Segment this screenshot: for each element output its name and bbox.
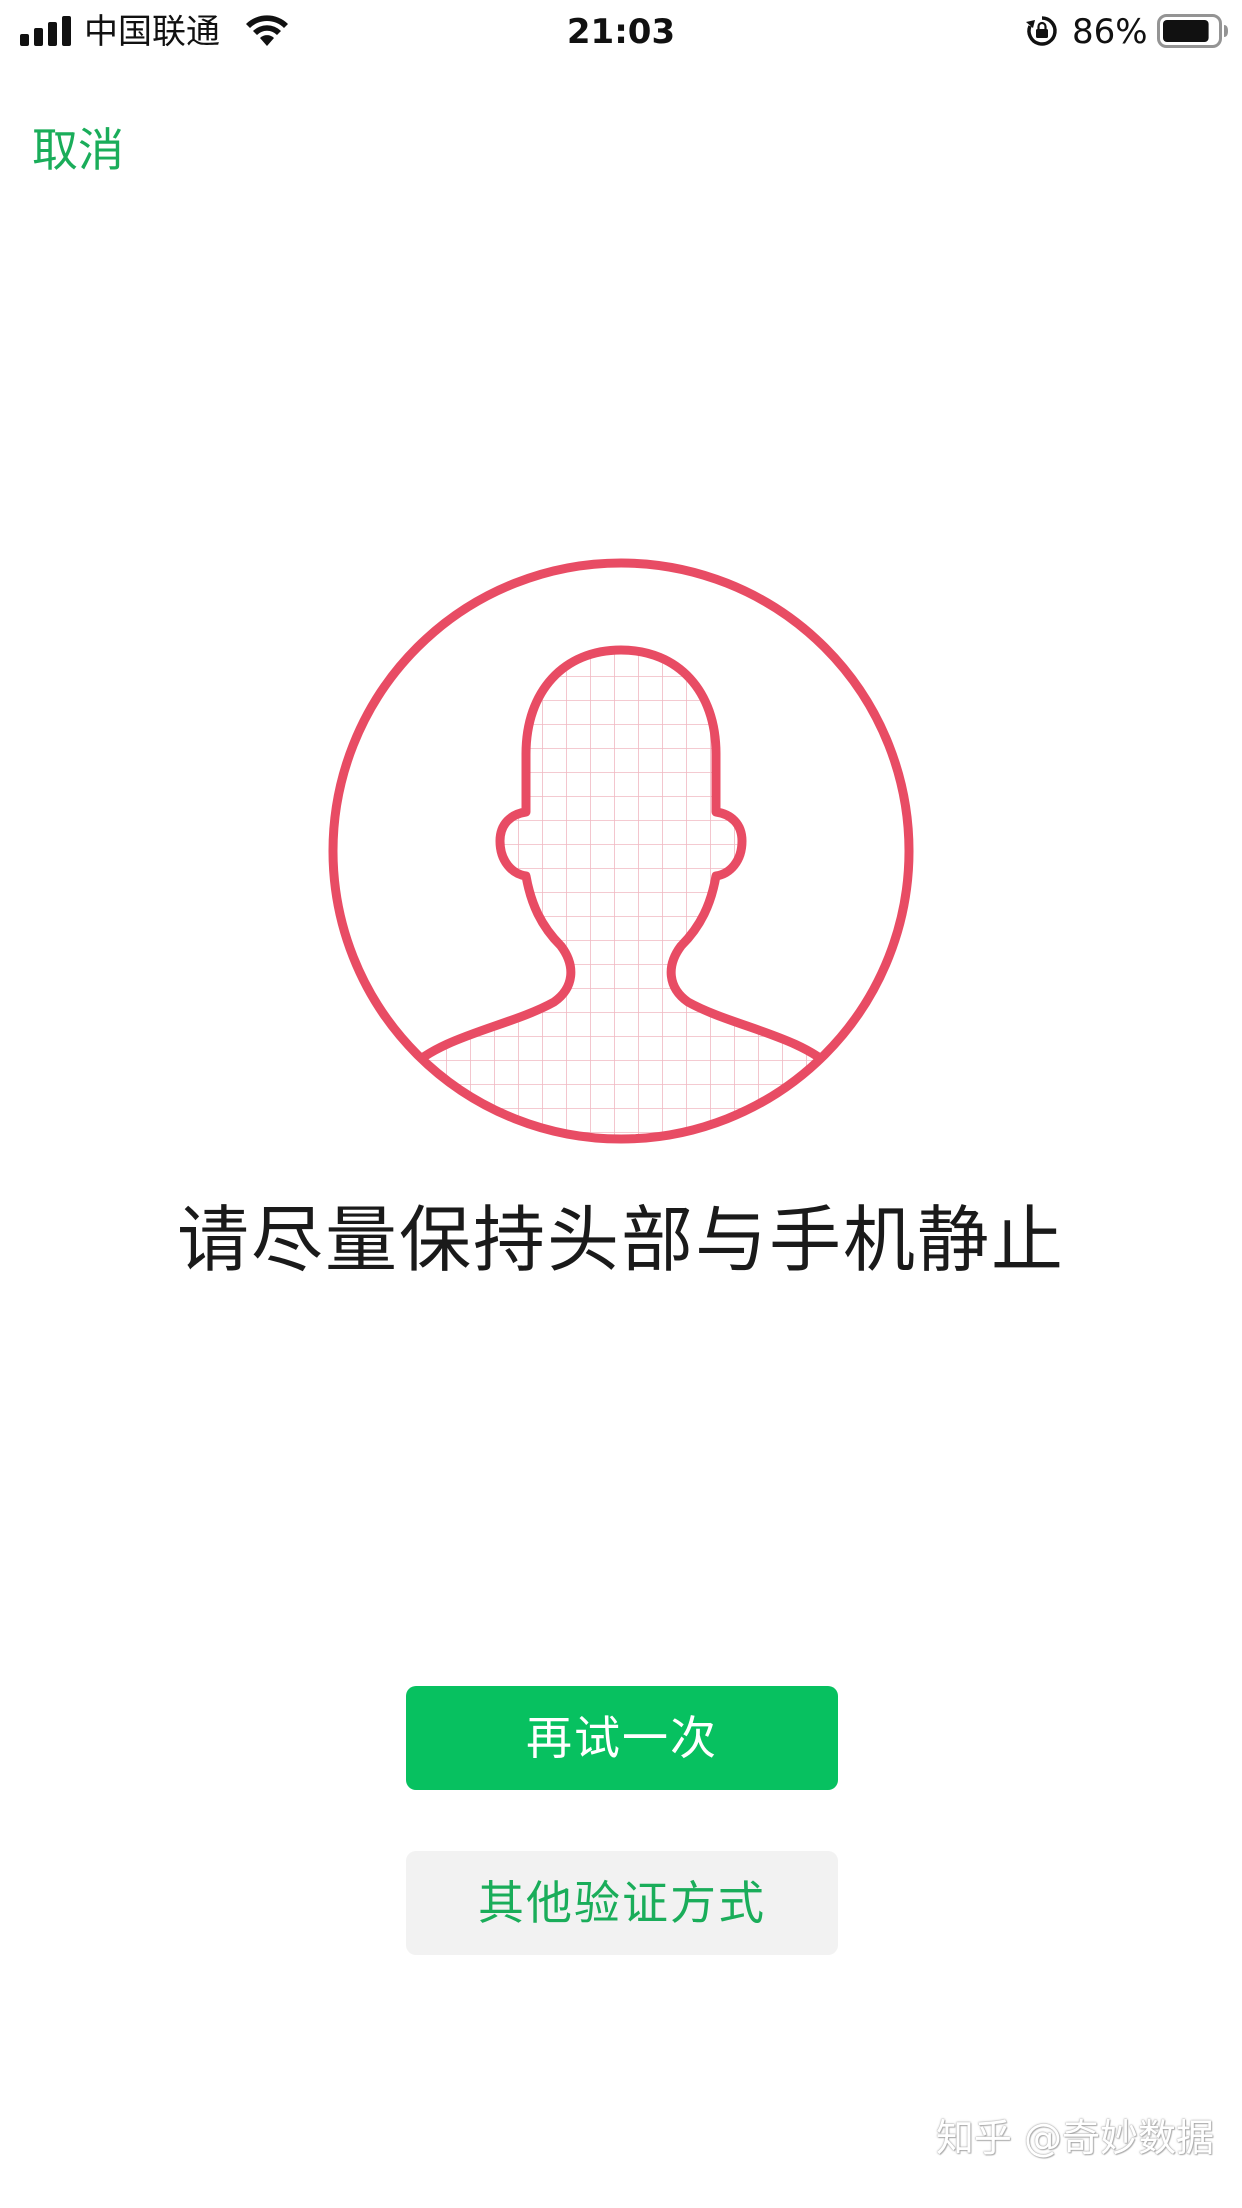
rotation-lock-icon xyxy=(1026,16,1057,46)
face-silhouette-icon xyxy=(328,558,914,1144)
status-bar: 中国联通 21:03 86% xyxy=(0,0,1242,66)
battery-icon xyxy=(1157,14,1228,48)
watermark: 知乎 @奇妙数据 xyxy=(935,2116,1214,2160)
other-verification-button[interactable]: 其他验证方式 xyxy=(406,1851,838,1955)
instruction-text: 请尽量保持头部与手机静止 xyxy=(176,1198,1065,1282)
cancel-button[interactable]: 取消 xyxy=(32,118,124,182)
battery-percent: 86% xyxy=(1072,12,1148,52)
retry-button[interactable]: 再试一次 xyxy=(406,1686,838,1790)
